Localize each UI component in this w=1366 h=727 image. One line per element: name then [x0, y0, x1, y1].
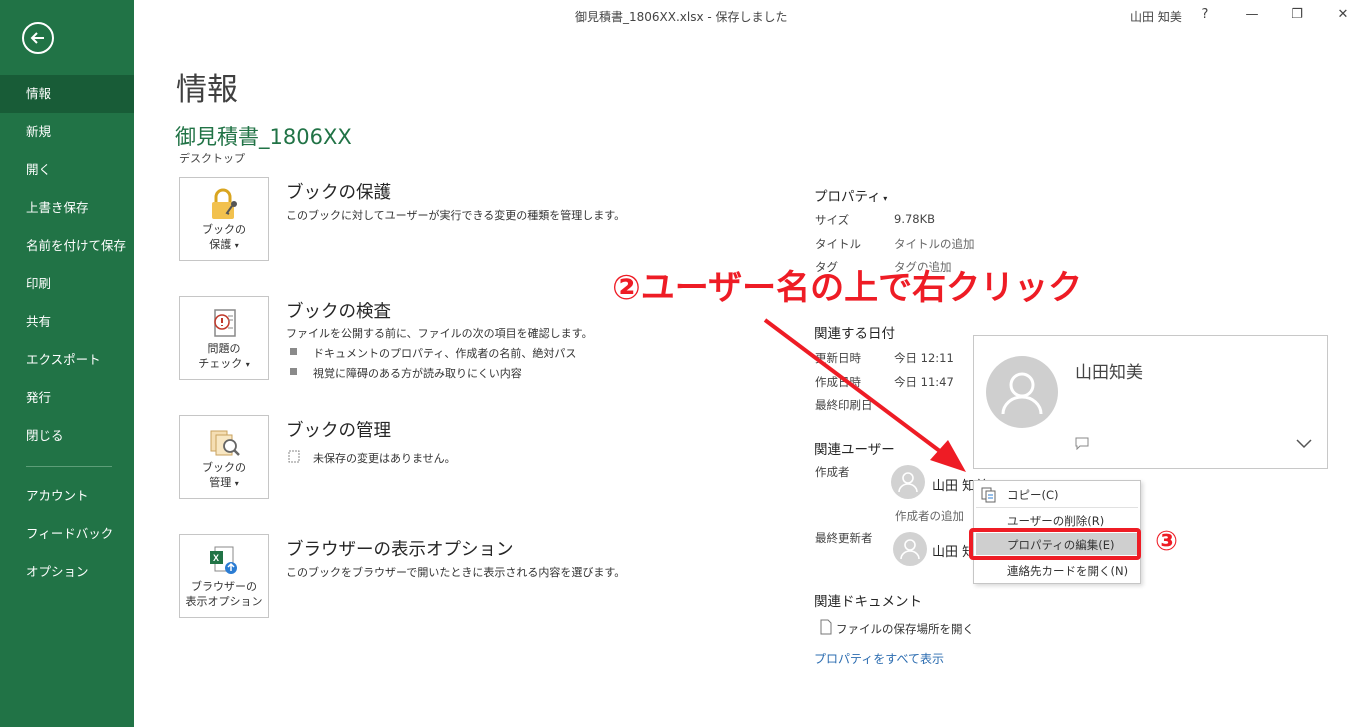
author-avatar[interactable]: [891, 465, 925, 499]
annotation-step2-text: ②ユーザー名の上で右クリック: [612, 268, 1083, 308]
prop-size-label: サイズ: [815, 213, 850, 227]
nav-close[interactable]: 閉じる: [0, 417, 134, 455]
file-name: 御見積書_1806XX: [175, 125, 352, 149]
backstage-sidebar: 情報 新規 開く 上書き保存 名前を付けて保存 印刷 共有 エクスポート 発行 …: [0, 0, 134, 727]
annotation-step3-text: ③: [1155, 526, 1178, 557]
person-icon: [900, 539, 920, 560]
inspect-bullet-2: 視覚に障碍のある方が読み取りにくい内容: [313, 367, 522, 380]
browser-view-icon: X: [210, 546, 237, 574]
date-created-value: 今日 11:47: [894, 375, 954, 389]
close-window-button[interactable]: ✕: [1331, 4, 1355, 26]
copy-icon: [981, 487, 996, 503]
inspect-icon: [214, 309, 236, 337]
inspect-bullet-1: ドキュメントのプロパティ、作成者の名前、絶対パス: [313, 347, 577, 360]
nav-feedback[interactable]: フィードバック: [0, 515, 134, 553]
arrow-left-icon: [30, 32, 44, 44]
menu-item-copy[interactable]: コピー(C): [1007, 487, 1059, 503]
manage-workbook-button[interactable]: ブックの 管理 ▾: [179, 415, 269, 499]
chevron-down-icon: ▾: [234, 241, 239, 250]
author-label: 作成者: [815, 465, 850, 479]
date-modified-value: 今日 12:11: [894, 351, 954, 365]
lock-icon: [212, 188, 237, 219]
nav-options[interactable]: オプション: [0, 553, 134, 591]
menu-item-remove-user[interactable]: ユーザーの削除(R): [1007, 513, 1104, 529]
inspect-description: ファイルを公開する前に、ファイルの次の項目を確認します。: [286, 327, 593, 340]
browser-view-description: このブックをブラウザーで開いたときに表示される内容を選びます。: [286, 566, 626, 579]
nav-export[interactable]: エクスポート: [0, 341, 134, 379]
contact-avatar: [986, 356, 1058, 428]
nav-account[interactable]: アカウント: [0, 477, 134, 515]
check-label-line2: チェック: [198, 357, 243, 370]
prop-size-value: 9.78KB: [894, 212, 936, 226]
browser-view-heading: ブラウザーの表示オプション: [286, 540, 514, 560]
prop-title-value[interactable]: タイトルの追加: [894, 236, 975, 252]
manage-description: 未保存の変更はありません。: [313, 452, 456, 465]
open-file-location-link[interactable]: ファイルの保存場所を開く: [836, 621, 974, 637]
minimize-button[interactable]: —: [1240, 4, 1264, 26]
person-icon: [898, 472, 918, 493]
person-icon: [1001, 372, 1043, 415]
manage-label-line1: ブックの: [202, 461, 246, 474]
file-icon: [820, 619, 832, 635]
contact-name: 山田知美: [1075, 363, 1143, 383]
related-docs-heading: 関連ドキュメント: [814, 594, 922, 610]
date-modified-label: 更新日時: [815, 351, 861, 365]
manage-label-line2: 管理: [209, 476, 232, 489]
nav-share[interactable]: 共有: [0, 303, 134, 341]
browser-view-options-button[interactable]: X ブラウザーの 表示オプション: [179, 534, 269, 618]
related-dates-heading: 関連する日付: [814, 326, 895, 342]
nav-publish[interactable]: 発行: [0, 379, 134, 417]
properties-heading-label: プロパティ: [814, 189, 881, 205]
file-location: デスクトップ: [179, 152, 245, 165]
contact-card-popup: 山田知美: [973, 335, 1328, 469]
nav-save[interactable]: 上書き保存: [0, 189, 134, 227]
manage-heading: ブックの管理: [286, 421, 391, 441]
chevron-down-icon: ▾: [234, 479, 239, 488]
nav-new[interactable]: 新規: [0, 113, 134, 151]
bullet-icon: [290, 348, 297, 355]
menu-item-open-contact-card[interactable]: 連絡先カードを開く(N): [1007, 563, 1128, 579]
protect-label-line1: ブックの: [202, 223, 246, 236]
page-title: 情報: [176, 72, 238, 108]
protect-label-line2: 保護: [209, 238, 232, 251]
show-all-properties-link[interactable]: プロパティをすべて表示: [814, 650, 944, 667]
inspect-heading: ブックの検査: [286, 302, 391, 322]
back-button[interactable]: [22, 22, 54, 54]
window-title: 御見積書_1806XX.xlsx - 保存しました: [575, 10, 788, 24]
protect-description: このブックに対してユーザーが実行できる変更の種類を管理します。: [286, 209, 626, 222]
check-issues-button[interactable]: 問題の チェック ▾: [179, 296, 269, 380]
properties-heading[interactable]: プロパティ ▾: [814, 185, 887, 205]
annotation-highlight-box: [969, 528, 1141, 560]
last-modified-by-label: 最終更新者: [815, 531, 873, 545]
add-author-link[interactable]: 作成者の追加: [895, 508, 964, 524]
chat-icon[interactable]: [1075, 437, 1089, 450]
date-created-label: 作成日時: [815, 375, 861, 389]
svg-text:X: X: [213, 553, 219, 563]
browser-label-line1: ブラウザーの: [191, 580, 257, 593]
chevron-down-icon: ▾: [245, 360, 250, 369]
check-label-line1: 問題の: [207, 342, 241, 355]
last-modified-avatar[interactable]: [893, 532, 927, 566]
browser-label-line2: 表示オプション: [185, 595, 263, 608]
protect-workbook-button[interactable]: ブックの 保護 ▾: [179, 177, 269, 261]
help-button[interactable]: ?: [1193, 4, 1217, 26]
restore-button[interactable]: ❐: [1285, 4, 1309, 26]
prop-title-label: タイトル: [815, 237, 861, 251]
chevron-down-icon: ▾: [880, 194, 888, 203]
sidebar-divider: [26, 466, 112, 467]
nav-print[interactable]: 印刷: [0, 265, 134, 303]
document-dotted-icon: [288, 450, 300, 463]
signed-in-user[interactable]: 山田 知美: [1130, 8, 1182, 25]
bullet-icon: [290, 368, 297, 375]
manage-workbook-icon: [210, 430, 240, 456]
date-printed-label: 最終印刷日: [815, 398, 873, 412]
protect-heading: ブックの保護: [286, 183, 391, 203]
nav-save-as[interactable]: 名前を付けて保存: [0, 227, 134, 265]
related-people-heading: 関連ユーザー: [814, 442, 895, 458]
menu-separator: [976, 507, 1138, 508]
chevron-down-icon[interactable]: [1296, 439, 1312, 449]
nav-open[interactable]: 開く: [0, 151, 134, 189]
nav-info[interactable]: 情報: [0, 75, 134, 113]
